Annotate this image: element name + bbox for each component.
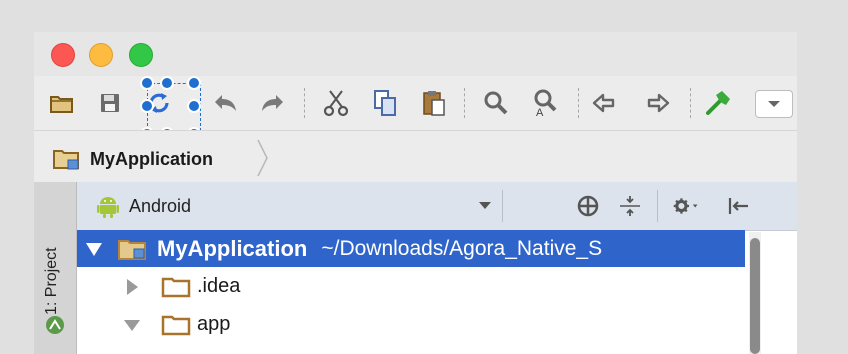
toolbar-separator (690, 88, 691, 118)
cut-button[interactable] (320, 88, 352, 118)
open-folder-button[interactable] (46, 88, 78, 118)
save-all-button[interactable] (94, 88, 126, 118)
run-configuration-dropdown[interactable] (755, 90, 793, 118)
expand-arrow-icon[interactable] (85, 241, 103, 257)
sync-gradle-button[interactable] (143, 88, 175, 118)
toolbar-separator (304, 88, 305, 118)
android-monitor-icon[interactable] (45, 315, 65, 335)
view-mode-label: Android (129, 195, 192, 216)
tree-scrollbar[interactable] (749, 232, 761, 354)
header-separator (657, 190, 658, 222)
folder-icon (161, 277, 191, 297)
project-panel-header: Android (77, 182, 797, 231)
breadcrumb-separator-icon (257, 139, 268, 177)
main-toolbar: A (34, 76, 797, 130)
view-mode-caret-icon[interactable] (479, 202, 491, 209)
undo-icon (215, 95, 236, 111)
back-icon (592, 93, 615, 113)
title-bar (34, 32, 797, 76)
forward-button[interactable] (642, 88, 674, 118)
header-separator (502, 190, 503, 222)
minimize-window-button[interactable] (89, 43, 113, 67)
toolbar-separator (578, 88, 579, 118)
redo-icon (262, 95, 283, 111)
navigation-bar: MyApplication (34, 130, 797, 183)
root-module-path: ~/Downloads/Agora_Native_S (321, 236, 603, 260)
tree-row[interactable]: app (77, 306, 745, 343)
replace-icon: A (534, 89, 557, 117)
scrollbar-thumb[interactable] (750, 238, 760, 354)
find-button[interactable] (480, 88, 512, 118)
cut-icon (323, 90, 349, 117)
root-module-label: MyApplication (157, 235, 308, 261)
make-project-hammer-icon (706, 91, 730, 115)
close-window-button[interactable] (51, 43, 75, 67)
scroll-from-source-button[interactable] (575, 193, 601, 219)
tree-row-root[interactable]: MyApplication ~/Downloads/Agora_Native_S (77, 230, 745, 267)
paste-button[interactable] (418, 88, 450, 118)
zoom-window-button[interactable] (129, 43, 153, 67)
hide-panel-icon (728, 198, 748, 214)
module-folder-icon (118, 239, 146, 260)
paste-icon (423, 91, 445, 116)
collapse-all-icon (620, 196, 640, 216)
copy-button[interactable] (369, 88, 401, 118)
project-panel: Android MyApplication ~/Downloads/Agora_… (77, 182, 797, 354)
project-tree: MyApplication ~/Downloads/Agora_Native_S… (77, 230, 797, 354)
replace-button[interactable]: A (530, 88, 562, 118)
make-project-button[interactable] (702, 88, 734, 118)
undo-button[interactable] (210, 88, 242, 118)
copy-icon (374, 90, 396, 116)
breadcrumb-project-label: MyApplication (90, 148, 214, 169)
back-button[interactable] (588, 88, 620, 118)
collapsed-arrow-icon[interactable] (125, 278, 139, 296)
project-tool-window-tab[interactable]: 1: Project (43, 247, 61, 315)
tree-item-label: .idea (197, 275, 241, 297)
tree-row[interactable]: .idea (77, 268, 745, 305)
view-mode-selector[interactable]: Android (97, 194, 191, 218)
collapse-all-button[interactable] (617, 193, 643, 219)
android-icon (97, 197, 119, 218)
panel-settings-button[interactable] (673, 193, 699, 219)
expanded-arrow-icon[interactable] (123, 318, 141, 332)
folder-icon (161, 315, 191, 335)
find-icon (484, 91, 508, 115)
settings-icon (673, 198, 698, 214)
open-folder-icon (50, 96, 73, 113)
project-folder-icon (53, 150, 79, 170)
toolbar-separator (464, 88, 465, 118)
redo-button[interactable] (256, 88, 288, 118)
save-all-icon (101, 94, 119, 112)
forward-icon (647, 93, 670, 113)
svg-text:A: A (536, 107, 544, 117)
chevron-down-icon (768, 101, 780, 107)
ide-window: A MyApplication 1: Project Android MyApp… (34, 32, 797, 354)
sync-icon (149, 93, 169, 113)
tree-item-label: app (197, 313, 231, 335)
scroll-from-source-icon (577, 195, 599, 217)
tool-window-strip: 1: Project (34, 182, 77, 354)
breadcrumb[interactable]: MyApplication (52, 147, 213, 171)
hide-panel-button[interactable] (725, 193, 751, 219)
